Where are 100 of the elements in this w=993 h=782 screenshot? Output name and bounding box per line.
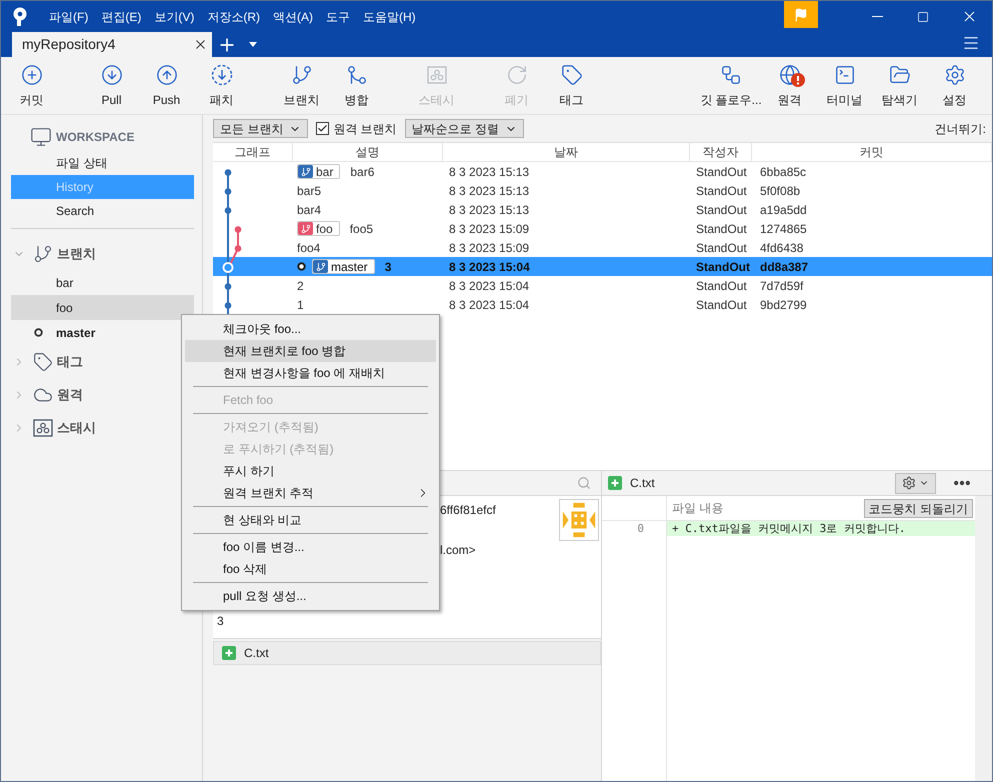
commit-hash: 6ff6f81efcf [440, 502, 496, 519]
toolbar-button[interactable]: 탐색기 [872, 58, 927, 112]
date-cell-text: 8 3 2023 15:13 [448, 182, 530, 200]
author-cell-text: StandOut [695, 182, 748, 200]
revert-hunk-button[interactable]: 코드뭉치 되돌리기 [864, 498, 973, 518]
author-email: l.com> [440, 542, 476, 559]
menu-item[interactable]: 푸시 하기 [185, 460, 436, 482]
menu-item[interactable]: 현재 변경사항을 foo 에 재배치 [185, 362, 436, 384]
commit-row[interactable]: bar5 8 3 2023 15:13 StandOut 5f0f08b [213, 181, 992, 200]
settings-icon [944, 64, 966, 86]
commit-row[interactable]: 1 8 3 2023 15:04 StandOut 9bd2799 [213, 295, 992, 314]
commit-row[interactable]: 2 8 3 2023 15:04 StandOut 7d7d59f [213, 276, 992, 295]
toolbar-button[interactable]: 터미널 [817, 58, 872, 112]
toolbar-button[interactable]: 태그 [544, 58, 599, 112]
sidebar-item[interactable]: 파일 상태 [11, 151, 194, 175]
toolbar-button[interactable]: 패치 [194, 58, 249, 112]
toolbar-button[interactable]: Pull [84, 58, 139, 112]
toolbar-button[interactable]: 설정 [927, 58, 982, 112]
commit-message: foo5 [350, 220, 374, 238]
file-row[interactable]: C.txt [213, 641, 601, 665]
section-title: WORKSPACE [56, 129, 134, 146]
menu-icon[interactable] [962, 34, 980, 52]
tag-icon [560, 64, 582, 86]
commit-message: 3 [384, 258, 392, 276]
check-icon [317, 123, 328, 134]
date-cell-text: 8 3 2023 15:04 [448, 258, 531, 276]
date-cell-text: 8 3 2023 15:09 [448, 240, 530, 256]
author-cell-text: StandOut [695, 202, 748, 218]
fetch-icon [210, 64, 232, 86]
author-cell-text: StandOut [695, 278, 748, 294]
commit-icon [20, 64, 42, 86]
date-cell-text: 8 3 2023 15:04 [448, 278, 530, 294]
commit-row[interactable]: bar bar6 8 3 2023 15:13 StandOut 6bba85c [213, 162, 992, 181]
toolbar-button[interactable]: 커밋 [4, 58, 59, 112]
toolbar-button[interactable]: 깃 플로우... [700, 58, 762, 112]
branch-tag: master [312, 259, 375, 274]
commit-row[interactable]: foo4 8 3 2023 15:09 StandOut 4fd6438 [213, 238, 992, 257]
menu-item[interactable]: 저장소(R) [203, 8, 264, 26]
terminal-icon [834, 64, 856, 86]
commit-row[interactable]: foo foo5 8 3 2023 15:09 StandOut 1274865 [213, 219, 992, 238]
merge-icon [346, 64, 368, 86]
menu-item[interactable]: 보기(V) [150, 8, 198, 26]
checkbox[interactable] [316, 122, 330, 135]
author-cell-text: StandOut [695, 258, 751, 276]
menu-item[interactable]: 편집(E) [97, 8, 146, 26]
toolbar-button[interactable]: 병합 [329, 58, 384, 112]
menu-item[interactable]: 도움말(H) [359, 8, 420, 26]
menu-item[interactable]: 원격 브랜치 추적 [185, 482, 436, 504]
date-cell-text: 8 3 2023 15:13 [448, 164, 530, 180]
toolbar-button[interactable]: 원격 [762, 58, 817, 112]
column-header[interactable]: 그래프 [213, 143, 293, 161]
menu-item[interactable]: foo 삭제 [185, 558, 436, 580]
repository-tab[interactable]: myRepository4 [12, 32, 212, 57]
commit-hash-cell-text: dd8a387 [759, 258, 810, 276]
menu-item[interactable]: 현 상태와 비교 [185, 509, 436, 531]
menu-item[interactable]: 파일(F) [45, 8, 92, 26]
author-cell-text: StandOut [695, 240, 748, 256]
date-cell-text: 8 3 2023 15:09 [448, 220, 530, 238]
stash-icon [426, 66, 446, 84]
section-title[interactable]: 원격 [57, 384, 83, 404]
branch-tag: foo [297, 221, 340, 236]
diff-file-name: C.txt [630, 475, 656, 492]
commit-message: bar6 [350, 164, 374, 180]
commit-hash-cell-text: 4fd6438 [759, 240, 804, 256]
column-header[interactable]: 작성자 [690, 143, 752, 161]
caret-icon[interactable] [248, 42, 258, 48]
branch-item[interactable]: bar [11, 270, 194, 295]
remote-branches-checkbox[interactable]: 원격 브랜치 [316, 120, 397, 138]
section-title[interactable]: 스태시 [57, 418, 96, 438]
menu-item[interactable]: 액션(A) [269, 8, 317, 26]
column-header[interactable]: 커밋 [752, 143, 992, 161]
section-title[interactable]: 브랜치 [57, 244, 96, 264]
sidebar-item[interactable]: Search [11, 199, 194, 223]
flag-button[interactable] [784, 1, 818, 28]
column-header[interactable]: 설명 [293, 143, 443, 161]
toolbar-button[interactable]: Push [139, 58, 194, 112]
commit-hash-cell-text: a19a5dd [759, 202, 808, 218]
section-title[interactable]: 태그 [57, 352, 83, 372]
commit-hash-cell-text: 9bd2799 [759, 296, 808, 314]
settings-dropdown[interactable] [895, 472, 936, 494]
commit-hash-cell-text: 7d7d59f [759, 278, 804, 294]
commit-row[interactable]: bar4 8 3 2023 15:13 StandOut a19a5dd [213, 200, 992, 219]
monitor-icon [30, 126, 52, 148]
author-cell-text: StandOut [695, 164, 748, 180]
commit-row[interactable]: master 3 8 3 2023 15:04 StandOut dd8a387 [213, 257, 992, 276]
column-header[interactable]: 날짜 [443, 143, 690, 161]
menu-item[interactable]: 도구 [322, 8, 354, 26]
settings-icon [902, 476, 916, 490]
menu-item[interactable]: 현재 브랜치로 foo 병합 [185, 340, 436, 362]
menu-item[interactable]: pull 요청 생성... [185, 585, 436, 607]
date-cell-text: 8 3 2023 15:04 [448, 296, 530, 314]
branch-item[interactable]: foo [11, 295, 194, 320]
commit-message: 3 [217, 614, 224, 628]
toolbar-button[interactable]: 브랜치 [274, 58, 329, 112]
search-icon[interactable] [577, 476, 591, 490]
sort-dropdown[interactable]: 날짜순으로 정렬 [404, 119, 524, 138]
branch-filter-dropdown[interactable]: 모든 브랜치 [213, 119, 308, 138]
commit-message: bar5 [297, 182, 322, 200]
menu-item[interactable]: foo 이름 변경... [185, 536, 436, 558]
stash-icon [33, 418, 53, 436]
